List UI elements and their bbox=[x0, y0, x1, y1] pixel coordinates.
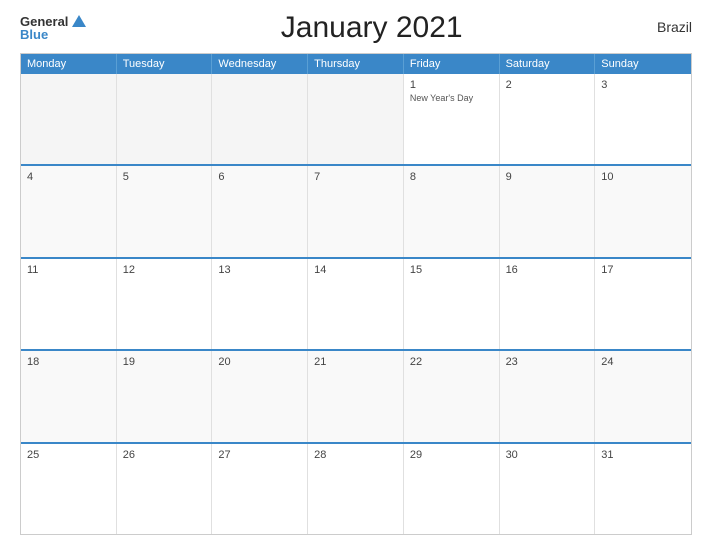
calendar-cell bbox=[212, 74, 308, 164]
day-number: 14 bbox=[314, 264, 397, 276]
calendar-cell: 15 bbox=[404, 259, 500, 349]
calendar-week-4: 18 19 20 21 22 23 24 bbox=[21, 349, 691, 441]
calendar-cell: 17 bbox=[595, 259, 691, 349]
day-number: 10 bbox=[601, 171, 685, 183]
day-number: 23 bbox=[506, 356, 589, 368]
calendar-cell: 3 bbox=[595, 74, 691, 164]
day-number: 12 bbox=[123, 264, 206, 276]
calendar-body: 1New Year's Day2345678910111213141516171… bbox=[21, 74, 691, 534]
day-number: 27 bbox=[218, 449, 301, 461]
day-number: 19 bbox=[123, 356, 206, 368]
header-day-thursday: Thursday bbox=[308, 54, 404, 74]
calendar-cell: 9 bbox=[500, 166, 596, 256]
calendar-cell: 19 bbox=[117, 351, 213, 441]
day-number: 17 bbox=[601, 264, 685, 276]
day-number: 25 bbox=[27, 449, 110, 461]
calendar-cell: 16 bbox=[500, 259, 596, 349]
calendar-cell: 31 bbox=[595, 444, 691, 534]
day-number: 28 bbox=[314, 449, 397, 461]
day-number: 30 bbox=[506, 449, 589, 461]
header-day-tuesday: Tuesday bbox=[117, 54, 213, 74]
day-number: 31 bbox=[601, 449, 685, 461]
calendar-cell: 21 bbox=[308, 351, 404, 441]
day-number: 5 bbox=[123, 171, 206, 183]
calendar-cell: 26 bbox=[117, 444, 213, 534]
logo-blue-text: Blue bbox=[20, 28, 48, 41]
day-number: 8 bbox=[410, 171, 493, 183]
calendar-grid: MondayTuesdayWednesdayThursdayFridaySatu… bbox=[20, 53, 692, 535]
header-day-saturday: Saturday bbox=[500, 54, 596, 74]
calendar-cell: 7 bbox=[308, 166, 404, 256]
calendar-cell: 20 bbox=[212, 351, 308, 441]
calendar-cell: 18 bbox=[21, 351, 117, 441]
day-number: 15 bbox=[410, 264, 493, 276]
calendar-cell: 13 bbox=[212, 259, 308, 349]
day-number: 21 bbox=[314, 356, 397, 368]
logo: General Blue bbox=[20, 15, 86, 41]
day-number: 18 bbox=[27, 356, 110, 368]
calendar-cell: 27 bbox=[212, 444, 308, 534]
calendar-week-5: 25 26 27 28 29 30 31 bbox=[21, 442, 691, 534]
calendar-cell bbox=[117, 74, 213, 164]
day-number: 9 bbox=[506, 171, 589, 183]
calendar-cell: 1 New Year's Day bbox=[404, 74, 500, 164]
header-day-monday: Monday bbox=[21, 54, 117, 74]
day-number: 29 bbox=[410, 449, 493, 461]
calendar-cell: 14 bbox=[308, 259, 404, 349]
page-header: General Blue January 2021 Brazil bbox=[20, 15, 692, 45]
logo-triangle-icon bbox=[72, 15, 86, 27]
calendar-cell: 5 bbox=[117, 166, 213, 256]
calendar-cell: 22 bbox=[404, 351, 500, 441]
country-label: Brazil bbox=[657, 19, 692, 35]
holiday-label: New Year's Day bbox=[410, 93, 493, 104]
day-number: 2 bbox=[506, 79, 589, 91]
header-day-sunday: Sunday bbox=[595, 54, 691, 74]
day-number: 16 bbox=[506, 264, 589, 276]
day-number: 3 bbox=[601, 79, 685, 91]
calendar-week-2: 4 56 7 8 9 10 bbox=[21, 164, 691, 256]
day-number: 1 bbox=[410, 79, 493, 91]
calendar-cell: 29 bbox=[404, 444, 500, 534]
calendar-cell: 23 bbox=[500, 351, 596, 441]
calendar-title: January 2021 bbox=[86, 11, 657, 45]
calendar-cell: 11 bbox=[21, 259, 117, 349]
calendar-cell bbox=[308, 74, 404, 164]
calendar-cell: 4 bbox=[21, 166, 117, 256]
calendar-cell bbox=[21, 74, 117, 164]
calendar-cell: 6 bbox=[212, 166, 308, 256]
day-number: 7 bbox=[314, 171, 397, 183]
calendar-cell: 24 bbox=[595, 351, 691, 441]
header-day-wednesday: Wednesday bbox=[212, 54, 308, 74]
day-number: 20 bbox=[218, 356, 301, 368]
day-number: 13 bbox=[218, 264, 301, 276]
day-number: 26 bbox=[123, 449, 206, 461]
calendar-cell: 30 bbox=[500, 444, 596, 534]
calendar-cell: 2 bbox=[500, 74, 596, 164]
calendar-week-1: 1 New Year's Day 23 bbox=[21, 74, 691, 164]
calendar-cell: 25 bbox=[21, 444, 117, 534]
calendar-cell: 8 bbox=[404, 166, 500, 256]
day-number: 6 bbox=[218, 171, 301, 183]
calendar-page: General Blue January 2021 Brazil MondayT… bbox=[0, 0, 712, 550]
calendar-cell: 12 bbox=[117, 259, 213, 349]
day-number: 4 bbox=[27, 171, 110, 183]
day-number: 11 bbox=[27, 264, 110, 276]
calendar-cell: 28 bbox=[308, 444, 404, 534]
day-number: 24 bbox=[601, 356, 685, 368]
calendar-header: MondayTuesdayWednesdayThursdayFridaySatu… bbox=[21, 54, 691, 74]
calendar-week-3: 11 12 13 14 15 16 17 bbox=[21, 257, 691, 349]
header-day-friday: Friday bbox=[404, 54, 500, 74]
calendar-cell: 10 bbox=[595, 166, 691, 256]
day-number: 22 bbox=[410, 356, 493, 368]
